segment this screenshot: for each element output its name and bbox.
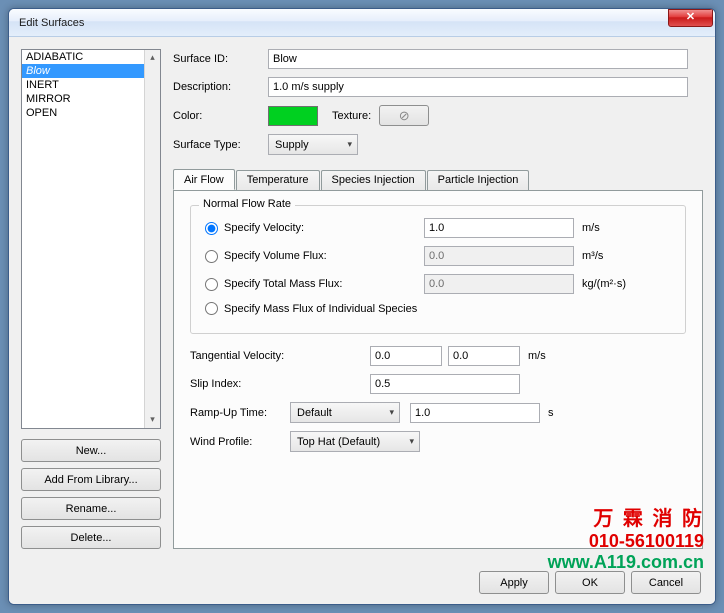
color-swatch[interactable]	[268, 106, 318, 126]
specify-total-mass-flux-radio[interactable]	[205, 278, 218, 291]
tab-air-flow[interactable]: Air Flow	[173, 169, 235, 190]
ramp-up-time-input[interactable]	[410, 403, 540, 423]
tangential-velocity-input-1[interactable]	[370, 346, 442, 366]
listbox-scrollbar[interactable]: ▴ ▾	[144, 50, 160, 428]
normal-flow-rate-fieldset: Normal Flow Rate Specify Velocity: m/s S…	[190, 205, 686, 334]
unit-s: s	[548, 407, 554, 419]
specify-volume-flux-input[interactable]	[424, 246, 574, 266]
tab-temperature[interactable]: Temperature	[236, 170, 320, 191]
surface-id-label: Surface ID:	[173, 53, 268, 65]
specify-total-mass-flux-label: Specify Total Mass Flux:	[224, 278, 424, 290]
ok-button[interactable]: OK	[555, 571, 625, 594]
left-column: ADIABATIC Blow INERT MIRROR OPEN ▴ ▾ New…	[21, 49, 161, 549]
list-item[interactable]: OPEN	[22, 106, 160, 120]
wind-profile-label: Wind Profile:	[190, 436, 290, 448]
wind-profile-select[interactable]: Top Hat (Default)	[290, 431, 420, 452]
delete-button[interactable]: Delete...	[21, 526, 161, 549]
scroll-down-icon[interactable]: ▾	[145, 412, 160, 428]
tab-particle-injection[interactable]: Particle Injection	[427, 170, 530, 191]
tangential-velocity-label: Tangential Velocity:	[190, 350, 370, 362]
unit-mps: m/s	[582, 222, 600, 234]
cancel-button[interactable]: Cancel	[631, 571, 701, 594]
specify-total-mass-flux-input[interactable]	[424, 274, 574, 294]
color-label: Color:	[173, 110, 268, 122]
right-column: Surface ID: Description: Color: Texture:…	[173, 49, 703, 549]
dialog-footer: Apply OK Cancel	[9, 561, 715, 604]
surface-id-input[interactable]	[268, 49, 688, 69]
ramp-up-time-select[interactable]: Default	[290, 402, 400, 423]
unit-m3ps: m³/s	[582, 250, 603, 262]
texture-label: Texture:	[332, 110, 371, 122]
unit-kgm2s: kg/(m²·s)	[582, 278, 626, 290]
surface-type-select[interactable]: Supply	[268, 134, 358, 155]
list-item[interactable]: Blow	[22, 64, 160, 78]
window-title: Edit Surfaces	[19, 17, 668, 29]
dialog-edit-surfaces: Edit Surfaces ✕ ADIABATIC Blow INERT MIR…	[8, 8, 716, 605]
tabstrip: Air Flow Temperature Species Injection P…	[173, 169, 703, 190]
texture-button[interactable]	[379, 105, 429, 126]
unit-mps-2: m/s	[528, 350, 546, 362]
ramp-up-time-label: Ramp-Up Time:	[190, 407, 290, 419]
apply-button[interactable]: Apply	[479, 571, 549, 594]
new-button[interactable]: New...	[21, 439, 161, 462]
rename-button[interactable]: Rename...	[21, 497, 161, 520]
slip-index-label: Slip Index:	[190, 378, 370, 390]
list-item[interactable]: INERT	[22, 78, 160, 92]
specify-velocity-radio[interactable]	[205, 222, 218, 235]
description-input[interactable]	[268, 77, 688, 97]
fieldset-legend: Normal Flow Rate	[199, 198, 295, 210]
tab-species-injection[interactable]: Species Injection	[321, 170, 426, 191]
scroll-up-icon[interactable]: ▴	[145, 50, 160, 66]
list-item[interactable]: ADIABATIC	[22, 50, 160, 64]
specify-volume-flux-label: Specify Volume Flux:	[224, 250, 424, 262]
specify-velocity-input[interactable]	[424, 218, 574, 238]
tab-panel-air-flow: Normal Flow Rate Specify Velocity: m/s S…	[173, 190, 703, 549]
specify-velocity-label: Specify Velocity:	[224, 222, 424, 234]
no-texture-icon	[399, 108, 410, 124]
slip-index-input[interactable]	[370, 374, 520, 394]
specify-volume-flux-radio[interactable]	[205, 250, 218, 263]
close-button[interactable]: ✕	[668, 9, 713, 27]
list-item[interactable]: MIRROR	[22, 92, 160, 106]
content-area: ADIABATIC Blow INERT MIRROR OPEN ▴ ▾ New…	[9, 37, 715, 561]
tangential-velocity-input-2[interactable]	[448, 346, 520, 366]
surface-type-label: Surface Type:	[173, 139, 268, 151]
titlebar: Edit Surfaces ✕	[9, 9, 715, 37]
add-from-library-button[interactable]: Add From Library...	[21, 468, 161, 491]
surfaces-listbox[interactable]: ADIABATIC Blow INERT MIRROR OPEN ▴ ▾	[21, 49, 161, 429]
description-label: Description:	[173, 81, 268, 93]
specify-mass-flux-species-radio[interactable]	[205, 302, 218, 315]
specify-mass-flux-species-label: Specify Mass Flux of Individual Species	[224, 303, 417, 315]
